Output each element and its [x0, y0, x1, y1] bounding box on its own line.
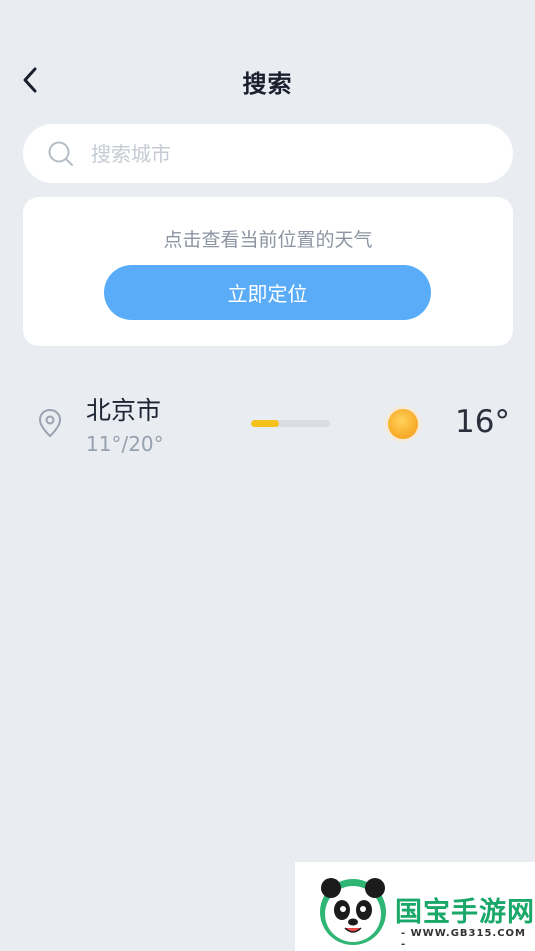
- locate-now-button[interactable]: 立即定位: [104, 265, 431, 320]
- header: 搜索: [0, 52, 535, 108]
- location-pin-icon: [36, 408, 64, 438]
- panda-logo-icon: [320, 878, 386, 945]
- city-name: 北京市: [86, 396, 162, 425]
- search-bar[interactable]: [23, 124, 513, 183]
- sunny-icon: [383, 404, 423, 444]
- watermark: 国宝手游网 - WWW.GB315.COM -: [295, 862, 535, 951]
- watermark-brand: 国宝手游网: [395, 897, 535, 928]
- temperature-bar-fill: [251, 420, 279, 427]
- watermark-url: - WWW.GB315.COM -: [401, 928, 526, 950]
- locate-card: 点击查看当前位置的天气 立即定位: [23, 197, 513, 346]
- search-icon: [47, 140, 75, 168]
- locate-hint: 点击查看当前位置的天气: [163, 229, 373, 251]
- city-list-item[interactable]: 北京市 11°/20° 16°: [0, 384, 535, 464]
- page-title: 搜索: [242, 70, 293, 98]
- search-input[interactable]: [89, 132, 473, 175]
- temperature-bar: [251, 420, 330, 427]
- current-temperature: 16°: [455, 404, 510, 440]
- temperature-range: 11°/20°: [86, 432, 164, 456]
